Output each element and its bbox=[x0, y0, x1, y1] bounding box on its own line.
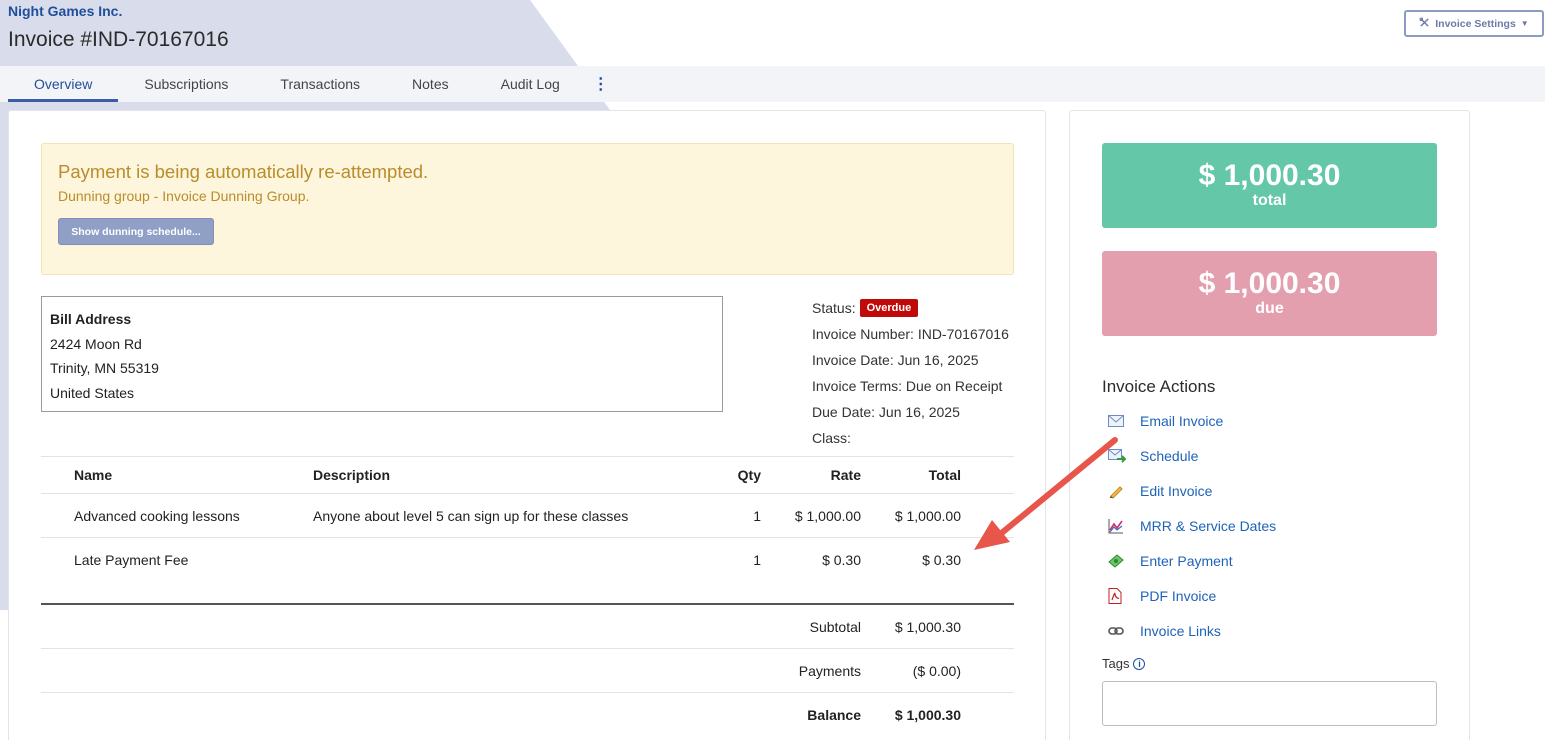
line-items-table: Name Description Qty Rate Total Advanced… bbox=[41, 456, 1014, 604]
payments-value: ($ 0.00) bbox=[912, 662, 961, 679]
info-icon[interactable]: i bbox=[1133, 657, 1146, 670]
invoice-settings-button[interactable]: Invoice Settings ▼ bbox=[1404, 10, 1544, 37]
action-label: Invoice Links bbox=[1140, 622, 1221, 639]
total-label: total bbox=[1252, 192, 1287, 209]
invoice-class: Class: bbox=[812, 430, 851, 446]
company-name[interactable]: Night Games Inc. bbox=[8, 3, 122, 19]
invoice-actions-list: Email Invoice Schedule Edit Invoice MRR … bbox=[1102, 403, 1276, 648]
item-qty: 1 bbox=[753, 552, 761, 568]
address-line: 2424 Moon Rd bbox=[50, 335, 142, 352]
schedule-icon bbox=[1102, 448, 1140, 463]
show-dunning-schedule-button[interactable]: Show dunning schedule... bbox=[58, 218, 214, 245]
enter-payment-action[interactable]: Enter Payment bbox=[1102, 543, 1276, 578]
due-label: due bbox=[1255, 300, 1284, 317]
column-header-rate: Rate bbox=[830, 467, 861, 483]
bill-address-title: Bill Address bbox=[50, 311, 132, 327]
due-amount-box: $ 1,000.30 due bbox=[1102, 251, 1437, 336]
invoice-info: Status: Overdue Invoice Number: IND-7016… bbox=[812, 295, 1009, 451]
due-amount: $ 1,000.30 bbox=[1198, 267, 1341, 300]
tab-bar: Overview Subscriptions Transactions Note… bbox=[8, 66, 616, 102]
tab-audit-log[interactable]: Audit Log bbox=[475, 66, 586, 102]
column-header-total: Total bbox=[928, 467, 961, 483]
item-total: $ 1,000.00 bbox=[894, 507, 961, 524]
page-title: Invoice #IND-70167016 bbox=[8, 28, 229, 51]
tags-label: Tags bbox=[1102, 656, 1130, 671]
table-header: Name Description Qty Rate Total bbox=[41, 456, 1014, 494]
action-label: Enter Payment bbox=[1140, 552, 1233, 569]
alert-subtitle: Dunning group - Invoice Dunning Group. bbox=[58, 188, 310, 204]
total-amount: $ 1,000.30 bbox=[1198, 159, 1341, 192]
pdf-icon bbox=[1102, 587, 1140, 604]
tab-subscriptions[interactable]: Subscriptions bbox=[118, 66, 254, 102]
item-qty: 1 bbox=[753, 507, 761, 524]
status-label: Status: bbox=[812, 300, 856, 316]
pdf-invoice-action[interactable]: PDF Invoice bbox=[1102, 578, 1276, 613]
email-invoice-action[interactable]: Email Invoice bbox=[1102, 403, 1276, 438]
tags-input[interactable] bbox=[1102, 681, 1437, 726]
address-line: Trinity, MN 55319 bbox=[50, 360, 159, 376]
chart-icon bbox=[1102, 518, 1140, 534]
subtotal-value: $ 1,000.30 bbox=[894, 618, 961, 635]
column-header-name: Name bbox=[74, 467, 113, 483]
alert-title: Payment is being automatically re-attemp… bbox=[58, 161, 429, 182]
invoice-actions-title: Invoice Actions bbox=[1102, 377, 1216, 396]
table-row: Advanced cooking lessons Anyone about le… bbox=[41, 494, 1014, 538]
item-name: Late Payment Fee bbox=[74, 552, 189, 568]
column-header-description: Description bbox=[313, 467, 391, 483]
action-label: PDF Invoice bbox=[1140, 587, 1217, 604]
payments-row: Payments ($ 0.00) bbox=[41, 649, 1014, 693]
invoice-main-panel: Payment is being automatically re-attemp… bbox=[8, 110, 1046, 740]
total-amount-box: $ 1,000.30 total bbox=[1102, 143, 1437, 228]
invoice-settings-label: Invoice Settings bbox=[1435, 17, 1516, 30]
bill-address: Bill Address 2424 Moon Rd Trinity, MN 55… bbox=[41, 296, 723, 412]
action-label: Edit Invoice bbox=[1140, 482, 1213, 499]
money-icon bbox=[1102, 553, 1140, 568]
payments-label: Payments bbox=[798, 662, 861, 679]
item-total: $ 0.30 bbox=[922, 552, 961, 568]
column-header-qty: Qty bbox=[737, 467, 761, 483]
invoice-date: Invoice Date: Jun 16, 2025 bbox=[812, 352, 979, 368]
invoice-links-action[interactable]: Invoice Links bbox=[1102, 613, 1276, 648]
due-date: Due Date: Jun 16, 2025 bbox=[812, 404, 960, 420]
subtotal-label: Subtotal bbox=[809, 618, 861, 635]
tab-notes[interactable]: Notes bbox=[386, 66, 475, 102]
item-description: Anyone about level 5 can sign up for the… bbox=[313, 507, 629, 524]
table-row: Late Payment Fee 1 $ 0.30 $ 0.30 bbox=[41, 538, 1014, 604]
tab-overview[interactable]: Overview bbox=[8, 66, 119, 102]
item-name: Advanced cooking lessons bbox=[74, 507, 240, 524]
edit-invoice-action[interactable]: Edit Invoice bbox=[1102, 473, 1276, 508]
invoice-terms: Invoice Terms: Due on Receipt bbox=[812, 378, 1003, 394]
subtotal-row: Subtotal $ 1,000.30 bbox=[41, 605, 1014, 649]
status-badge: Overdue bbox=[859, 299, 919, 317]
dunning-alert: Payment is being automatically re-attemp… bbox=[41, 143, 1014, 275]
balance-row: Balance $ 1,000.30 bbox=[41, 693, 1014, 737]
envelope-icon bbox=[1102, 414, 1140, 427]
totals-section: Subtotal $ 1,000.30 Payments ($ 0.00) Ba… bbox=[41, 603, 1014, 737]
link-icon bbox=[1102, 626, 1140, 636]
tags-label-row: Tags i bbox=[1102, 656, 1146, 671]
invoice-side-panel: $ 1,000.30 total $ 1,000.30 due Invoice … bbox=[1069, 110, 1470, 740]
action-label: MRR & Service Dates bbox=[1140, 517, 1277, 534]
action-label: Email Invoice bbox=[1140, 412, 1224, 429]
more-vertical-icon[interactable]: ⋮ bbox=[586, 66, 616, 102]
tools-icon bbox=[1419, 16, 1430, 31]
item-rate: $ 0.30 bbox=[822, 552, 861, 568]
action-label: Schedule bbox=[1140, 447, 1199, 464]
balance-value: $ 1,000.30 bbox=[894, 707, 961, 723]
schedule-action[interactable]: Schedule bbox=[1102, 438, 1276, 473]
mrr-service-dates-action[interactable]: MRR & Service Dates bbox=[1102, 508, 1276, 543]
tab-transactions[interactable]: Transactions bbox=[254, 66, 386, 102]
balance-label: Balance bbox=[807, 707, 861, 723]
address-line: United States bbox=[50, 384, 135, 401]
invoice-number: Invoice Number: IND-70167016 bbox=[812, 326, 1009, 342]
chevron-down-icon: ▼ bbox=[1520, 19, 1529, 28]
pencil-icon bbox=[1102, 483, 1140, 499]
item-rate: $ 1,000.00 bbox=[794, 507, 861, 524]
